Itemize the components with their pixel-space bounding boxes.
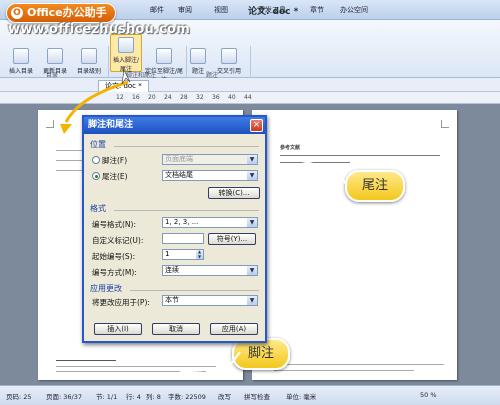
status-word-count: 字数: 22509 xyxy=(168,393,206,401)
spinner-icon[interactable]: ▲ ▼ xyxy=(196,249,203,259)
brand-name: Office办公助手 xyxy=(27,6,107,19)
menu-view[interactable]: 视图 xyxy=(214,5,228,15)
watermark-url: www.officezhushou.com xyxy=(8,22,190,37)
apply-button[interactable]: 应用(A) xyxy=(210,323,258,335)
radio-on-icon xyxy=(92,172,100,180)
ruler-tick: 40 xyxy=(228,94,236,101)
numbering-label: 编号方式(M): xyxy=(92,268,137,277)
endnote-radio[interactable]: 尾注(E) xyxy=(92,171,128,182)
start-at-label: 起始编号(S): xyxy=(92,252,136,261)
levels-icon xyxy=(81,48,97,64)
toc-level-button[interactable]: 目录级别 xyxy=(74,48,104,75)
start-at-stepper[interactable]: 1 ▲ ▼ xyxy=(162,249,204,260)
menu-chapter[interactable]: 章节 xyxy=(310,5,324,15)
text-line xyxy=(274,370,414,371)
toc-icon xyxy=(13,48,29,64)
apply-to-label: 将更改应用于(P): xyxy=(92,298,150,307)
apply-changes-label: 应用更改 xyxy=(90,284,122,293)
goto-icon xyxy=(156,48,172,64)
insert-button[interactable]: 插入(I) xyxy=(94,323,142,335)
menu-review[interactable]: 审阅 xyxy=(178,5,192,15)
references-heading: 参考文献 xyxy=(280,145,301,151)
menu-developer[interactable]: 开发工具 xyxy=(258,5,286,15)
footnote-text xyxy=(56,371,206,372)
format-section-label: 格式 xyxy=(90,204,106,213)
footnote-location-select: 页面底端 ▼ xyxy=(162,154,258,165)
endnote-text xyxy=(280,155,440,156)
convert-button[interactable]: 转换(C)... xyxy=(208,187,260,199)
status-spell-check[interactable]: 拼写检查 xyxy=(244,391,270,401)
endnote-location-select[interactable]: 文档结尾 ▼ xyxy=(162,170,258,181)
number-format-label: 编号格式(N): xyxy=(92,220,136,229)
footnote-icon xyxy=(118,37,134,53)
chevron-down-icon: ▼ xyxy=(247,155,257,164)
status-pages: 页面: 36/37 xyxy=(46,393,82,401)
crop-mark xyxy=(441,120,449,128)
endnote-text xyxy=(280,162,350,163)
menu-office-space[interactable]: 办公空间 xyxy=(340,5,368,15)
status-line: 行: 4 xyxy=(126,393,141,401)
status-section: 节: 1/1 xyxy=(96,393,118,401)
dialog-title: 脚注和尾注 xyxy=(84,117,265,134)
office-logo-icon: O xyxy=(11,7,23,19)
symbol-button[interactable]: 符号(Y)... xyxy=(208,233,256,245)
quick-toolbar xyxy=(0,78,500,92)
custom-mark-label: 自定义标记(U): xyxy=(92,236,144,245)
divider xyxy=(114,146,259,147)
footnote-radio[interactable]: 脚注(F) xyxy=(92,155,127,166)
cross-reference-icon xyxy=(221,48,237,64)
apply-to-select[interactable]: 本节 ▼ xyxy=(162,295,258,306)
footnote-text xyxy=(56,366,216,367)
status-bar: 页码: 25 页面: 36/37 节: 1/1 行: 4 列: 8 字数: 22… xyxy=(0,385,500,405)
ruler-tick: 20 xyxy=(148,94,156,101)
status-column: 列: 8 xyxy=(146,393,161,401)
brand-logo: O Office办公助手 xyxy=(6,3,116,23)
endnote-callout: 尾注 xyxy=(345,170,405,202)
footnote-endnote-dialog: 脚注和尾注 × 位置 脚注(F) 页面底端 ▼ 尾注(E) 文档结尾 ▼ 转换(… xyxy=(82,115,267,343)
ruler-tick: 28 xyxy=(180,94,188,101)
ruler-tick: 24 xyxy=(164,94,172,101)
text-line xyxy=(274,364,444,365)
caption-button[interactable]: 题注 xyxy=(188,48,208,75)
caption-icon xyxy=(190,48,206,64)
ruler-tick: 16 xyxy=(132,94,140,101)
crop-mark xyxy=(46,120,54,128)
ruler-tick: 36 xyxy=(212,94,220,101)
document-tab[interactable]: 论文. doc * xyxy=(98,80,149,92)
close-icon[interactable]: × xyxy=(250,119,263,132)
chevron-down-icon: ▼ xyxy=(247,218,257,227)
divider xyxy=(130,290,259,291)
footnote-separator xyxy=(56,360,116,361)
custom-mark-input[interactable] xyxy=(162,233,204,244)
status-unit: 单位: 毫米 xyxy=(286,393,317,401)
ruler-tick: 32 xyxy=(196,94,204,101)
ruler-tick: 12 xyxy=(116,94,124,101)
ruler[interactable]: 12 16 20 24 28 32 36 40 44 xyxy=(0,92,500,104)
divider xyxy=(114,210,259,211)
status-page: 页码: 25 xyxy=(6,393,32,401)
zoom-level[interactable]: 50 % xyxy=(420,391,437,399)
chevron-down-icon: ▼ xyxy=(247,171,257,180)
numbering-select[interactable]: 连续 ▼ xyxy=(162,265,258,276)
menu-mail[interactable]: 邮件 xyxy=(150,5,164,15)
refresh-icon xyxy=(47,48,63,64)
chevron-down-icon: ▼ xyxy=(247,266,257,275)
chevron-down-icon: ▼ xyxy=(247,296,257,305)
number-format-select[interactable]: 1, 2, 3, ... ▼ xyxy=(162,217,258,228)
position-section-label: 位置 xyxy=(90,140,106,149)
insert-toc-button[interactable]: 插入目录 xyxy=(8,48,34,75)
ruler-tick: 44 xyxy=(244,94,252,101)
status-overwrite[interactable]: 改写 xyxy=(218,391,231,401)
cancel-button[interactable]: 取消 xyxy=(152,323,200,335)
insert-footnote-button[interactable]: 插入脚注/尾注 xyxy=(110,34,142,73)
radio-off-icon xyxy=(92,156,100,164)
